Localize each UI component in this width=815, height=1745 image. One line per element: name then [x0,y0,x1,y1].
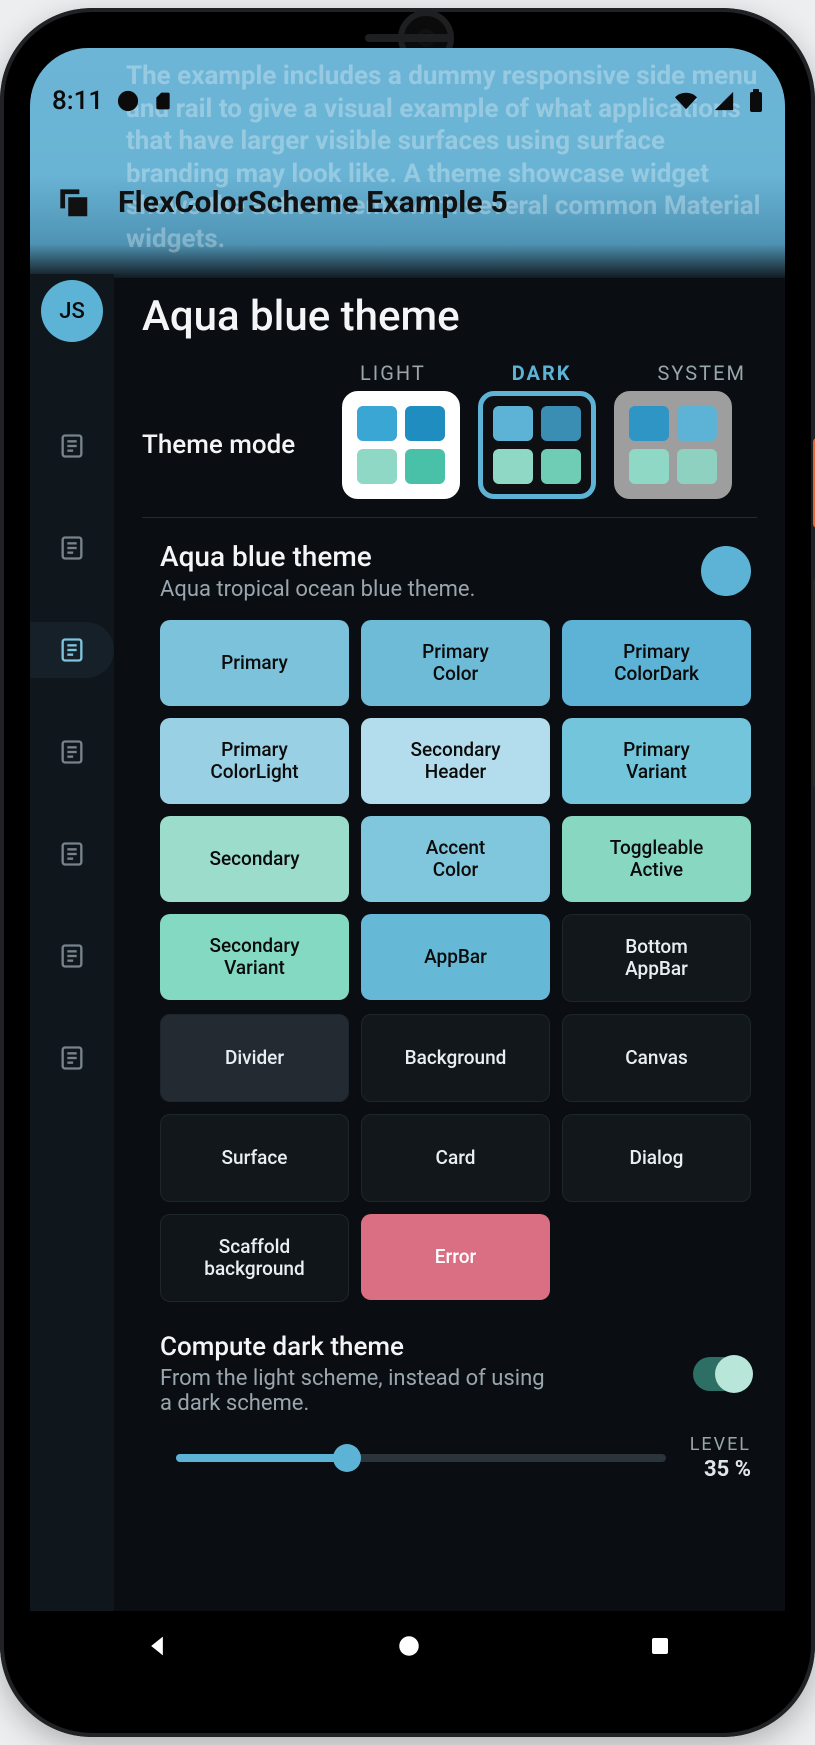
color-tile-6[interactable]: Secondary [160,816,349,902]
android-nav [30,1611,785,1685]
screen: The example includes a dummy responsive … [30,48,785,1685]
level-caption: LEVEL [690,1434,751,1455]
mode-cards [342,391,732,499]
rail-item-4[interactable] [30,826,114,882]
nav-back-icon[interactable] [143,1632,171,1664]
color-tile-4[interactable]: SecondaryHeader [361,718,550,804]
color-tile-1[interactable]: PrimaryColor [361,620,550,706]
nav-rail: JS [30,274,114,1611]
menu-icon[interactable] [54,183,92,221]
sd-card-icon [153,90,173,112]
speaker-grille [365,34,451,42]
mode-card-system[interactable] [614,391,732,499]
status-bar: 8:11 [52,84,763,118]
color-tile-5[interactable]: PrimaryVariant [562,718,751,804]
nav-recent-icon[interactable] [648,1634,672,1662]
signal-icon [713,90,735,112]
app-bar: FlexColorScheme Example 5 [54,166,761,238]
rail-item-6[interactable] [30,1030,114,1086]
compute-title: Compute dark theme [160,1332,560,1362]
mode-option-light: LIGHT [360,361,426,385]
phone-frame: The example includes a dummy responsive … [0,8,815,1737]
rail-item-0[interactable] [30,418,114,474]
appbar-title: FlexColorScheme Example 5 [118,185,508,220]
status-app-icon [117,90,139,112]
mode-option-dark: DARK [512,361,572,385]
divider [142,517,757,518]
page-title: Aqua blue theme [142,292,757,341]
color-tile-10[interactable]: AppBar [361,914,550,1000]
mode-option-system: SYSTEM [658,361,746,385]
color-tile-3[interactable]: PrimaryColorLight [160,718,349,804]
mode-label: Theme mode [142,430,342,460]
rail-item-2[interactable] [30,622,114,678]
level-value: 35 % [690,1457,751,1482]
level-row: LEVEL 35 % [176,1434,751,1482]
color-tile-19[interactable]: Error [361,1214,550,1300]
status-time: 8:11 [52,86,103,116]
scheme-name: Aqua blue theme [160,540,475,573]
rail-item-1[interactable] [30,520,114,576]
scheme-seed [701,546,751,596]
color-grid: PrimaryPrimaryColorPrimaryColorDark Prima… [160,620,751,1302]
color-tile-8[interactable]: ToggleableActive [562,816,751,902]
battery-icon [749,89,763,113]
color-tile-9[interactable]: SecondaryVariant [160,914,349,1000]
mode-card-light[interactable] [342,391,460,499]
color-tile-0[interactable]: Primary [160,620,349,706]
color-tile-13[interactable]: Background [361,1014,550,1102]
avatar[interactable]: JS [41,280,103,342]
color-tile-11[interactable]: BottomAppBar [562,914,751,1002]
nav-home-icon[interactable] [396,1633,422,1663]
mode-labels: LIGHT DARK SYSTEM [360,361,757,385]
level-slider[interactable] [176,1454,666,1462]
color-tile-14[interactable]: Canvas [562,1014,751,1102]
color-tile-12[interactable]: Divider [160,1014,349,1102]
mode-card-dark[interactable] [478,391,596,499]
wifi-icon [673,90,699,112]
color-tile-16[interactable]: Card [361,1114,550,1202]
page: Aqua blue theme LIGHT DARK SYSTEM Theme mo… [114,274,785,1611]
color-tile-7[interactable]: AccentColor [361,816,550,902]
color-tile-15[interactable]: Surface [160,1114,349,1202]
compute-switch[interactable] [693,1357,751,1391]
appbar-area: The example includes a dummy responsive … [30,48,785,278]
scheme-listtile[interactable]: Aqua blue theme Aqua tropical ocean blue… [160,540,751,602]
compute-subtitle: From the light scheme, instead of using … [160,1366,560,1416]
color-tile-18[interactable]: Scaffoldbackground [160,1214,349,1302]
rail-item-3[interactable] [30,724,114,780]
rail-item-5[interactable] [30,928,114,984]
scheme-desc: Aqua tropical ocean blue theme. [160,577,475,602]
compute-dark-row[interactable]: Compute dark theme From the light scheme… [160,1332,751,1416]
content: JS Aqua blue theme LIGHT DARK SYSTEM Theme… [30,274,785,1611]
color-tile-2[interactable]: PrimaryColorDark [562,620,751,706]
color-tile-17[interactable]: Dialog [562,1114,751,1202]
